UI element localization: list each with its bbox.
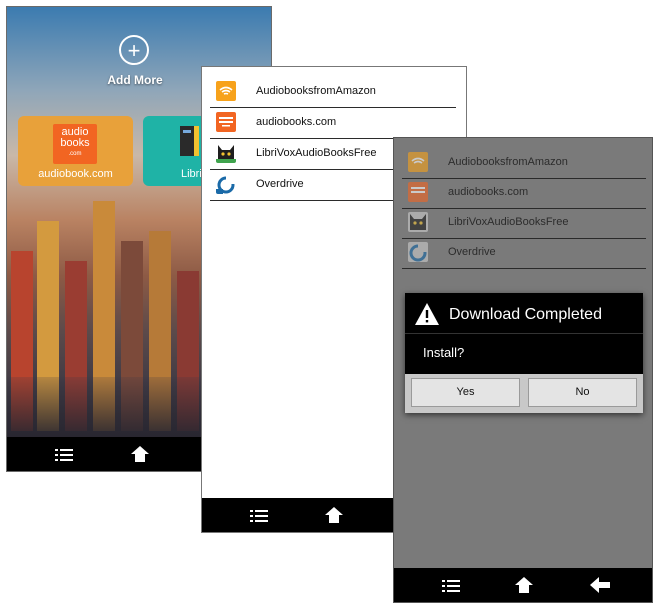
list-item-label: Overdrive	[448, 246, 496, 258]
list-item-label: audiobooks.com	[448, 186, 529, 198]
list-item-label: AudiobooksfromAmazon	[448, 156, 568, 168]
menu-icon[interactable]	[250, 510, 268, 522]
list-item[interactable]: audiobooks.com	[210, 108, 456, 139]
menu-icon[interactable]	[55, 449, 73, 461]
librivox-book-icon	[180, 126, 199, 156]
list-item-label: LibriVoxAudioBooksFree	[256, 147, 377, 159]
overdrive-icon	[216, 174, 236, 194]
add-more-label: Add More	[107, 73, 163, 87]
home-icon[interactable]	[515, 577, 533, 593]
list-item-label: audiobooks.com	[256, 116, 337, 128]
yes-button[interactable]: Yes	[411, 378, 520, 407]
dialog-button-bar: Yes No	[405, 374, 643, 413]
tile-caption: Libri	[181, 168, 202, 180]
no-button[interactable]: No	[528, 378, 637, 407]
audiobooks-com-icon	[216, 112, 236, 132]
amazon-audible-icon	[216, 81, 236, 101]
list-item-label: AudiobooksfromAmazon	[256, 85, 376, 97]
overdrive-icon	[408, 242, 428, 262]
dialog-divider	[405, 333, 643, 334]
home-icon[interactable]	[325, 507, 343, 523]
librivox-icon	[216, 143, 236, 163]
tile-caption: audiobook.com	[38, 168, 113, 180]
menu-icon[interactable]	[442, 580, 460, 592]
warning-icon	[415, 303, 439, 325]
download-completed-dialog: Download Completed Install? Yes No	[405, 293, 643, 413]
audiobooks-com-icon	[408, 182, 428, 202]
audiobooks-com-logo: audio books .com	[53, 124, 97, 164]
list-item: audiobooks.com	[402, 178, 646, 209]
dialog-message: Install?	[423, 345, 465, 360]
tile-audiobooks-com[interactable]: audio books .com audiobook.com	[18, 116, 133, 186]
back-icon[interactable]	[590, 577, 610, 593]
list-item: AudiobooksfromAmazon	[402, 148, 646, 179]
list-item: LibriVoxAudioBooksFree	[402, 208, 646, 239]
nav-bar	[394, 568, 652, 602]
librivox-icon	[408, 212, 428, 232]
install-dialog-screen: AudiobooksfromAmazon audiobooks.com Libr…	[393, 137, 653, 603]
dialog-title: Download Completed	[449, 306, 602, 323]
list-item-label: Overdrive	[256, 178, 304, 190]
list-item-label: LibriVoxAudioBooksFree	[448, 216, 569, 228]
amazon-audible-icon	[408, 152, 428, 172]
home-icon[interactable]	[131, 446, 149, 462]
list-item[interactable]: AudiobooksfromAmazon	[210, 77, 456, 108]
list-item: Overdrive	[402, 238, 646, 269]
add-more-button[interactable]: +	[119, 35, 149, 65]
